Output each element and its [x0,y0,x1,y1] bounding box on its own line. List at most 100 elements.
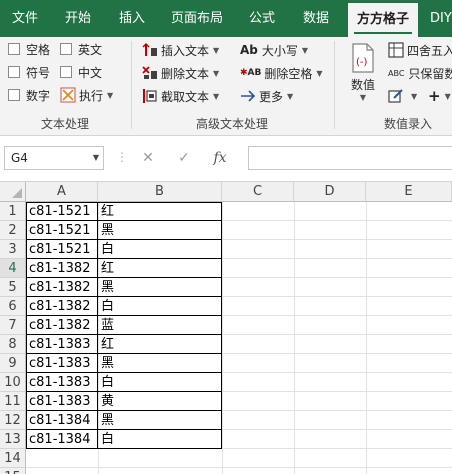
table-border [26,277,222,278]
tab-formulas[interactable]: 公式 [240,0,284,37]
checkbox-symbol[interactable]: 符号 [8,63,50,81]
row-header[interactable]: 3 [0,240,26,259]
value-button[interactable]: (-) 数值 ▼ [346,43,380,102]
case-label: 大小写 [261,43,298,58]
checkbox-number-label: 数字 [26,88,51,103]
cell-code[interactable]: c81-1382 [26,316,98,335]
column-header[interactable]: A [26,182,98,202]
delete-space-icon: ✱AB [240,68,262,78]
execute-button[interactable]: 执行 ▼ [60,85,113,105]
row-header[interactable]: 2 [0,221,26,240]
cell-color[interactable]: 红 [98,259,222,278]
extract-text-button[interactable]: 截取文本 ▼ [142,86,219,106]
row-header[interactable]: 13 [0,430,26,449]
cell-color[interactable]: 白 [98,297,222,316]
checkbox-number[interactable]: 数字 [8,86,50,104]
row-header[interactable]: 1 [0,202,26,221]
row-header[interactable]: 10 [0,373,26,392]
cell-color[interactable]: 白 [98,373,222,392]
case-button[interactable]: Ab 大小写 ▼ [240,40,308,60]
chevron-down-icon: ▼ [411,91,418,101]
select-all-corner[interactable] [0,182,26,202]
extract-text-label: 截取文本 [161,89,210,104]
row-header[interactable]: 14 [0,449,26,468]
checkbox-english-label: 英文 [78,42,103,57]
delete-space-button[interactable]: ✱AB 删除空格 ▼ [240,63,323,83]
column-header[interactable]: B [98,182,222,202]
row-header[interactable]: 8 [0,335,26,354]
insert-text-label: 插入文本 [161,43,210,58]
chevron-down-icon[interactable]: ▼ [93,147,99,169]
case-icon: Ab [240,43,258,57]
cell-color[interactable]: 白 [98,430,222,449]
edit-number-button[interactable]: ▼ [388,86,417,106]
column-header[interactable]: C [222,182,294,202]
cell-code[interactable]: c81-1521 [26,202,98,221]
tab-home[interactable]: 开始 [56,0,100,37]
row-header[interactable]: 5 [0,278,26,297]
tab-diy[interactable]: DIY [430,0,452,37]
tab-data[interactable]: 数据 [294,0,338,37]
row-header[interactable]: 11 [0,392,26,411]
delete-text-label: 删除文本 [161,66,210,81]
column-header[interactable]: D [294,182,366,202]
tab-insert[interactable]: 插入 [110,0,154,37]
cancel-icon[interactable]: ✕ [130,150,166,166]
checkbox-chinese[interactable]: 中文 [60,63,102,81]
tab-page-layout[interactable]: 页面布局 [164,0,230,37]
resize-handle-icon[interactable]: ⋮ [116,150,128,164]
row-header[interactable]: 6 [0,297,26,316]
cell-code[interactable]: c81-1382 [26,278,98,297]
cell-code[interactable]: c81-1382 [26,259,98,278]
cell-code[interactable]: c81-1521 [26,240,98,259]
tab-fangfanggezi[interactable]: 方方格子 [348,3,418,37]
cell-code[interactable]: c81-1384 [26,411,98,430]
checkbox-box [8,43,20,55]
cell-code[interactable]: c81-1383 [26,392,98,411]
enter-icon[interactable]: ✓ [166,150,202,166]
round-button[interactable]: 四舍五入 [388,40,452,60]
group-divider [334,41,335,129]
cell-code[interactable]: c81-1383 [26,354,98,373]
row-header[interactable]: 7 [0,316,26,335]
cell-color[interactable]: 黑 [98,411,222,430]
chevron-down-icon: ▼ [213,91,220,101]
name-box[interactable]: G4 ▼ [4,146,104,170]
cell-code[interactable]: c81-1383 [26,373,98,392]
row-header[interactable]: 12 [0,411,26,430]
cell-color[interactable]: 黄 [98,392,222,411]
checkbox-space[interactable]: 空格 [8,40,50,58]
cell-color[interactable]: 红 [98,335,222,354]
cell-color[interactable]: 红 [98,202,222,221]
cell-color[interactable]: 黑 [98,354,222,373]
formula-input[interactable] [248,146,452,170]
tab-file[interactable]: 文件 [4,0,46,37]
chevron-down-icon: ▼ [107,90,114,100]
row-header[interactable]: 9 [0,354,26,373]
delete-text-button[interactable]: 删除文本 ▼ [142,63,219,83]
cell-code[interactable]: c81-1521 [26,221,98,240]
checkbox-english[interactable]: 英文 [60,40,102,58]
cell-color[interactable]: 黑 [98,278,222,297]
cell-color[interactable]: 蓝 [98,316,222,335]
row-header[interactable]: 15 [0,468,26,474]
chevron-down-icon: ▼ [359,93,367,102]
table-border [26,391,222,392]
formula-buttons: ✕ ✓ fx [130,146,244,170]
checkbox-chinese-label: 中文 [78,65,103,80]
chevron-down-icon: ▼ [287,91,294,101]
more-button[interactable]: 更多 ▼ [240,86,293,106]
cell-code[interactable]: c81-1382 [26,297,98,316]
gridline [222,202,223,474]
value-icon: (-) [352,43,374,73]
row-header[interactable]: 4 [0,259,26,278]
cell-code[interactable]: c81-1383 [26,335,98,354]
keep-number-button[interactable]: ABC 只保留数 [388,63,452,83]
add-button[interactable]: + ▼ [428,86,451,106]
cell-color[interactable]: 黑 [98,221,222,240]
cell-code[interactable]: c81-1384 [26,430,98,449]
column-header[interactable]: E [366,182,452,202]
insert-text-button[interactable]: 插入文本 ▼ [142,40,219,60]
cell-color[interactable]: 白 [98,240,222,259]
insert-function-icon[interactable]: fx [202,150,238,166]
